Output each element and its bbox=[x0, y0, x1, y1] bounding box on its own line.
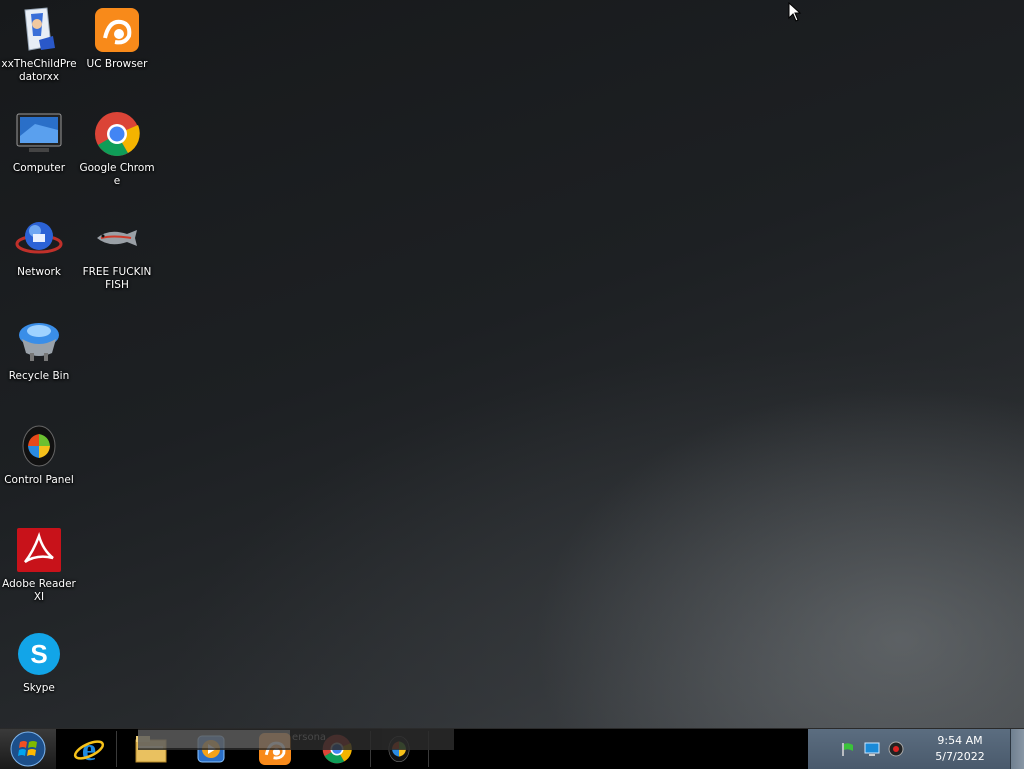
desktop-icon-label: UC Browser bbox=[86, 58, 148, 70]
recycle-bin-icon bbox=[15, 318, 63, 366]
desktop-icon-skype[interactable]: S Skype bbox=[0, 630, 78, 695]
uc-browser-icon bbox=[93, 6, 141, 54]
clock-time: 9:54 AM bbox=[937, 734, 983, 747]
system-tray: 9:54 AM 5/7/2022 bbox=[808, 729, 1010, 769]
taskbar-hover-preview: ersona bbox=[138, 728, 454, 750]
taskbar-internet-explorer[interactable]: e bbox=[62, 730, 116, 768]
desktop-icon-network[interactable]: Network bbox=[0, 214, 78, 279]
svg-text:S: S bbox=[30, 639, 47, 669]
preview-strip bbox=[138, 730, 290, 748]
desktop-icon-label: xxTheChildPredatorxx bbox=[1, 58, 77, 83]
desktop-icon-control-panel[interactable]: Control Panel bbox=[0, 422, 78, 487]
desktop-icon-uc-browser[interactable]: UC Browser bbox=[78, 6, 156, 71]
desktop-icon-label: FREE FUCKIN FISH bbox=[82, 266, 152, 291]
user-folder-icon bbox=[15, 6, 63, 54]
fish-icon bbox=[93, 214, 141, 262]
desktop-icon-google-chrome[interactable]: Google Chrome bbox=[78, 110, 156, 188]
desktop-icon-label: Computer bbox=[12, 162, 66, 174]
clock-date: 5/7/2022 bbox=[935, 750, 985, 763]
desktop-icon-label: Control Panel bbox=[4, 474, 74, 486]
show-desktop-button[interactable] bbox=[1010, 729, 1024, 769]
desktop-icon-recycle-bin[interactable]: Recycle Bin bbox=[0, 318, 78, 383]
volume-icon[interactable] bbox=[888, 741, 904, 757]
start-button[interactable] bbox=[0, 729, 56, 769]
network-icon bbox=[15, 214, 63, 262]
action-center-flag-icon[interactable] bbox=[840, 741, 856, 757]
taskbar-separator bbox=[116, 731, 117, 767]
desktop-icon-label: Network bbox=[17, 266, 61, 278]
control-panel-icon bbox=[15, 422, 63, 470]
desktop-icon-free-fish[interactable]: FREE FUCKIN FISH bbox=[78, 214, 156, 292]
preview-text: ersona bbox=[292, 732, 327, 743]
svg-text:e: e bbox=[82, 732, 96, 766]
skype-icon: S bbox=[15, 630, 63, 678]
desktop-icon-label: Google Chrome bbox=[79, 162, 155, 187]
desktop-icon-label: Adobe Reader XI bbox=[2, 578, 76, 603]
desktop-icon-user-folder[interactable]: xxTheChildPredatorxx bbox=[0, 6, 78, 84]
chrome-icon bbox=[93, 110, 141, 158]
internet-explorer-icon: e bbox=[73, 732, 105, 766]
desktop-icon-label: Recycle Bin bbox=[8, 370, 70, 382]
network-monitor-icon[interactable] bbox=[864, 741, 880, 757]
adobe-reader-icon bbox=[15, 526, 63, 574]
mouse-cursor-icon bbox=[788, 2, 802, 22]
start-orb-icon bbox=[10, 731, 46, 767]
desktop[interactable]: xxTheChildPredatorxx Computer Network Re… bbox=[0, 0, 1024, 728]
desktop-icon-label: Skype bbox=[23, 682, 55, 694]
desktop-icon-adobe-reader[interactable]: Adobe Reader XI bbox=[0, 526, 78, 604]
clock[interactable]: 9:54 AM 5/7/2022 bbox=[920, 733, 1000, 765]
desktop-icon-computer[interactable]: Computer bbox=[0, 110, 78, 175]
computer-icon bbox=[15, 110, 63, 158]
